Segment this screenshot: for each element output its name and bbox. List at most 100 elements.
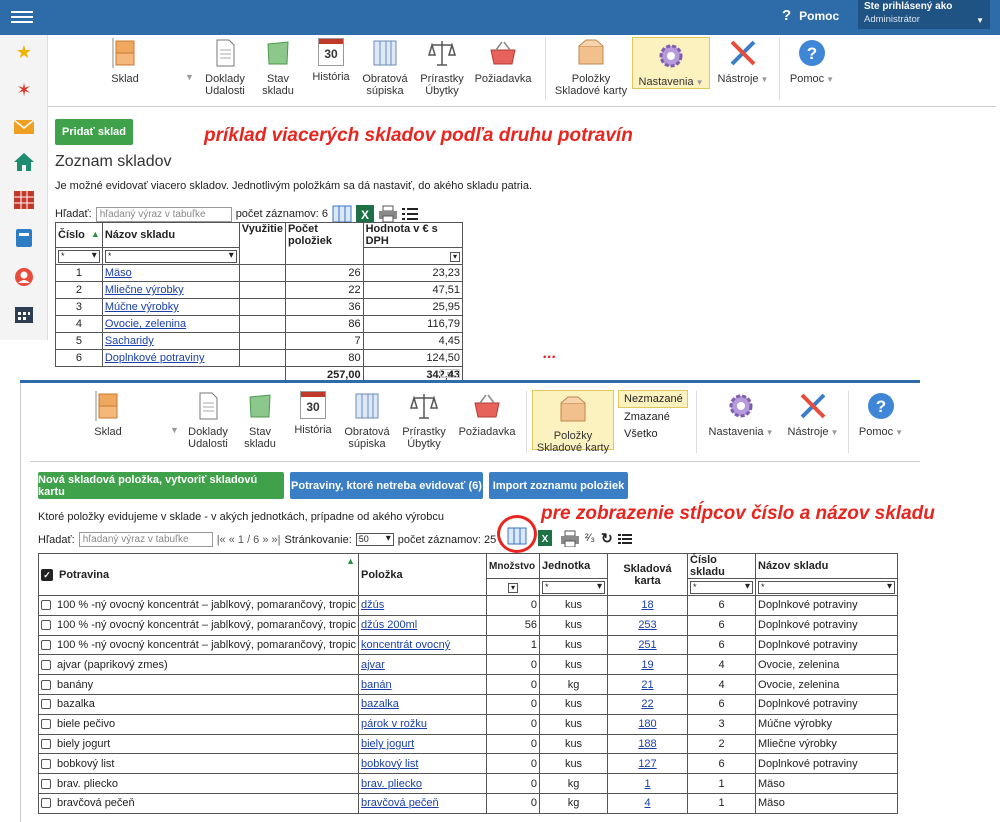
col-header[interactable]: Číslo ▲ [55, 222, 103, 248]
toolbar-nastroje[interactable]: Nástroje ▼ [784, 391, 842, 439]
filter-zmazane[interactable]: Zmazané [618, 408, 688, 426]
item-link[interactable]: džús [361, 599, 384, 611]
calendar-icon[interactable] [13, 305, 35, 327]
user-icon[interactable] [13, 267, 35, 289]
filter-select[interactable]: * [758, 580, 895, 594]
item-link[interactable]: ajvar [361, 659, 385, 671]
toolbar-polozky[interactable]: Položky Skladové karty [553, 38, 629, 97]
col-header[interactable]: Množstvo [486, 553, 540, 579]
card-link[interactable]: 4 [644, 797, 650, 809]
toolbar-pomoc[interactable]: ? Pomoc ▼ [787, 38, 837, 86]
menu-icon[interactable] [11, 8, 33, 26]
filter-icon[interactable]: ▾ [508, 583, 518, 593]
row-checkbox[interactable] [41, 739, 51, 750]
page-fraction[interactable]: ²⁄₃ [585, 532, 595, 544]
toolbar-prirastky[interactable]: Prírastky Úbytky [417, 38, 467, 97]
user-menu[interactable]: Ste prihlásený ako Administrátor ▼ [858, 0, 990, 29]
magic-wand-icon[interactable]: ✶ [13, 79, 35, 101]
pagination[interactable]: |« « 1 / 6 » »| [217, 534, 281, 546]
item-link[interactable]: banán [361, 679, 392, 691]
toolbar-poziadavka[interactable]: Požiadavka [455, 391, 519, 438]
col-header[interactable]: ✓ Potravina ▲ [38, 553, 359, 596]
item-link[interactable]: párok v rožku [361, 718, 427, 730]
toolbar-prirastky[interactable]: Prírastky Úbytky [399, 391, 449, 450]
col-header[interactable]: Hodnota v € s DPH [362, 222, 464, 248]
import-items-button[interactable]: Import zoznamu položiek [489, 472, 628, 499]
add-warehouse-button[interactable]: Pridať sklad [55, 119, 133, 145]
table-icon[interactable] [13, 191, 35, 213]
card-link[interactable]: 127 [638, 758, 656, 770]
col-header[interactable]: Počet položiek [284, 222, 364, 265]
star-icon[interactable]: ★ [13, 41, 35, 63]
toolbar-nastavenia[interactable]: Nastavenia ▼ [632, 37, 710, 89]
toolbar-nastavenia[interactable]: Nastavenia ▼ [704, 391, 778, 439]
warehouse-link[interactable]: Múčne výrobky [105, 301, 179, 313]
search-input[interactable]: hľadaný výraz v tabuľke [78, 532, 213, 547]
food-not-tracked-button[interactable]: Potraviny, ktoré netreba evidovať (6) [290, 472, 483, 499]
card-link[interactable]: 18 [641, 599, 653, 611]
filter-select[interactable]: * [690, 580, 753, 594]
print-icon[interactable] [560, 530, 580, 547]
card-link[interactable]: 19 [641, 659, 653, 671]
refresh-icon[interactable]: ↻ [601, 530, 613, 547]
item-link[interactable]: bravčová pečeň [361, 797, 439, 809]
toolbar-historia[interactable]: 30 História [293, 391, 333, 436]
row-checkbox[interactable] [41, 679, 51, 690]
row-checkbox[interactable] [41, 640, 51, 651]
row-checkbox[interactable] [41, 719, 51, 730]
paging-select[interactable]: 50 [355, 533, 394, 546]
toolbar-stav[interactable]: Stav skladu [260, 38, 296, 97]
row-checkbox[interactable] [41, 778, 51, 789]
item-link[interactable]: džús 200ml [361, 619, 417, 631]
col-header[interactable]: Jednotka [539, 553, 608, 579]
card-link[interactable]: 188 [638, 738, 656, 750]
book-icon[interactable] [13, 229, 35, 251]
col-header[interactable]: Číslo skladu [687, 553, 756, 579]
filter-icon[interactable]: ▾ [450, 252, 460, 262]
help-link[interactable]: ? Pomoc [782, 7, 839, 24]
col-header[interactable]: Názov skladu [101, 222, 240, 248]
card-link[interactable]: 251 [638, 639, 656, 651]
card-link[interactable]: 22 [641, 698, 653, 710]
col-header[interactable]: Názov skladu [755, 553, 898, 579]
home-icon[interactable] [13, 153, 35, 175]
row-checkbox[interactable] [41, 659, 51, 670]
search-input[interactable]: hľadaný výraz v tabuľke [95, 206, 232, 222]
columns-icon[interactable] [507, 527, 527, 545]
col-header[interactable]: Využitie [238, 222, 286, 265]
toolbar-pomoc[interactable]: ? Pomoc ▼ [854, 391, 908, 439]
filter-nezmazane[interactable]: Nezmazané [618, 390, 688, 408]
warehouse-link[interactable]: Mäso [105, 267, 132, 279]
warehouse-link[interactable]: Mliečne výrobky [105, 284, 184, 296]
item-link[interactable]: biely jogurt [361, 738, 414, 750]
item-link[interactable]: bazalka [361, 698, 399, 710]
row-checkbox[interactable] [41, 798, 51, 809]
warehouse-link[interactable]: Ovocie, zelenina [105, 318, 186, 330]
toolbar-obratova[interactable]: Obratová súpiska [359, 38, 411, 97]
toolbar-poziadavka[interactable]: Požiadavka [473, 38, 533, 85]
mail-icon[interactable] [13, 117, 35, 139]
filter-vsetko[interactable]: Všetko [618, 426, 688, 442]
columns-icon[interactable] [332, 205, 352, 223]
item-link[interactable]: bobkový list [361, 758, 418, 770]
col-header[interactable]: Položka [358, 553, 487, 596]
row-checkbox[interactable] [41, 620, 51, 631]
row-checkbox[interactable] [41, 699, 51, 710]
card-link[interactable]: 253 [638, 619, 656, 631]
row-checkbox[interactable] [41, 758, 51, 769]
list-icon[interactable] [402, 207, 419, 221]
excel-icon[interactable]: X [356, 205, 375, 223]
toolbar-polozky[interactable]: Položky Skladové karty [532, 390, 614, 454]
toolbar-doklady[interactable]: Doklady Udalosti [186, 391, 230, 450]
filter-select[interactable]: * [542, 580, 605, 594]
new-item-button[interactable]: Nová skladová položka, vytvoriť skladovú… [38, 472, 284, 499]
excel-icon[interactable]: X [538, 530, 552, 546]
filter-select[interactable]: * [104, 249, 237, 263]
warehouse-link[interactable]: Doplnkové potraviny [105, 352, 205, 364]
item-link[interactable]: brav. pliecko [361, 778, 422, 790]
card-link[interactable]: 180 [638, 718, 656, 730]
scroll-arrow-icon[interactable]: ⇒ [440, 369, 460, 378]
card-link[interactable]: 1 [644, 778, 650, 790]
select-all-checkbox[interactable]: ✓ [41, 568, 53, 581]
toolbar-sklad[interactable]: Sklad [105, 38, 145, 85]
